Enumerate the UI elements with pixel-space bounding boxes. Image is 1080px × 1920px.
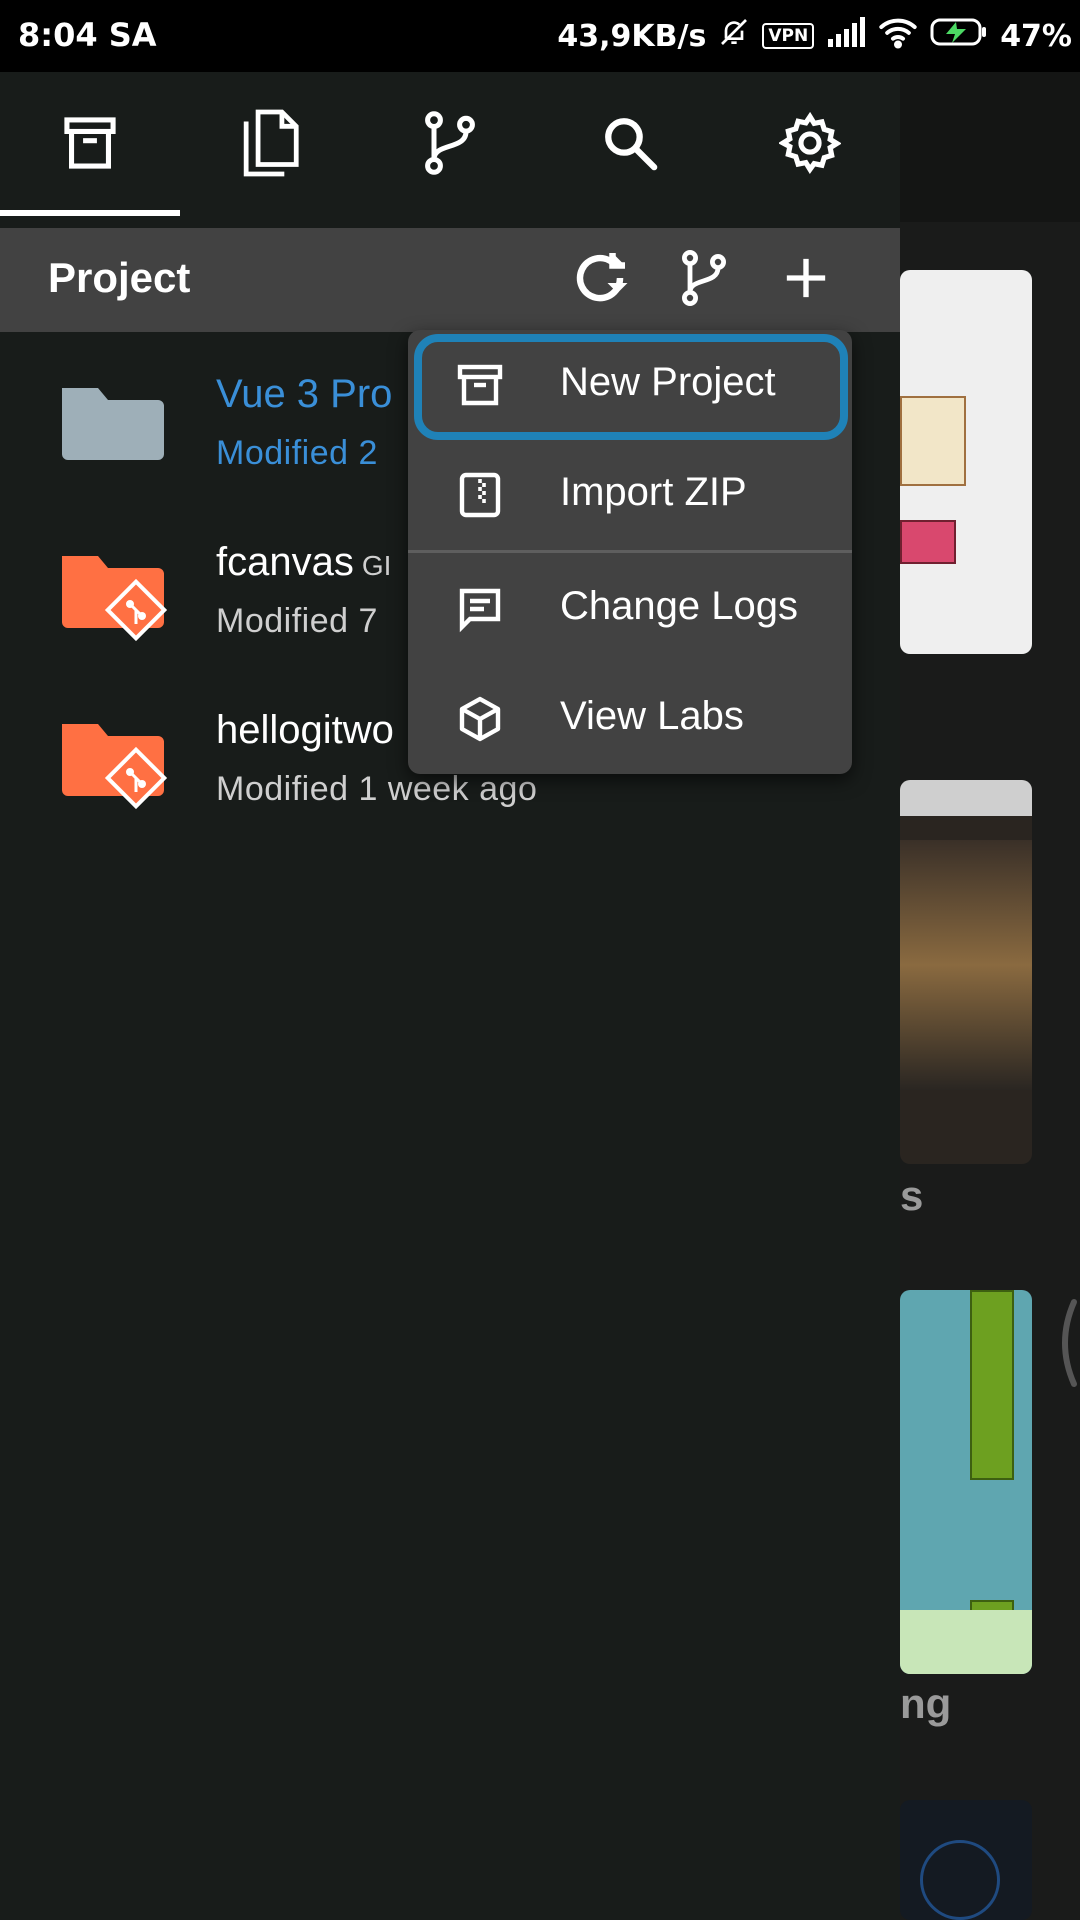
section-title: Project	[48, 254, 191, 301]
focus-highlight	[414, 334, 848, 440]
project-tag: GI	[361, 550, 392, 581]
tab-projects[interactable]	[0, 72, 180, 218]
branch-icon	[422, 110, 478, 180]
project-name: hellogitwo	[216, 708, 394, 752]
edge-handle[interactable]	[1050, 1298, 1080, 1388]
search-icon	[601, 114, 659, 177]
zip-file-icon	[456, 471, 504, 519]
status-bar: 8:04 SA 43,9KB/s VPN 47%	[0, 0, 1080, 72]
background-card	[900, 270, 1032, 654]
active-tab-indicator	[0, 210, 180, 216]
menu-item-label: Change Logs	[560, 584, 798, 628]
plus-icon	[783, 255, 829, 306]
project-name-text: fcanvas	[216, 540, 354, 584]
muted-bell-icon	[718, 15, 750, 57]
menu-item-view-labs[interactable]: View Labs	[408, 664, 852, 774]
branch-icon	[679, 249, 729, 311]
network-speed: 43,9KB/s	[557, 18, 707, 54]
message-icon	[456, 585, 504, 633]
clone-repo-button[interactable]	[672, 248, 736, 312]
background-card	[900, 1800, 1032, 1920]
git-folder-icon	[56, 712, 168, 812]
project-name: Vue 3 Pro	[216, 372, 393, 416]
signal-icon	[826, 17, 866, 55]
background-text: ng	[900, 1680, 952, 1727]
drawer-tab-bar	[0, 72, 900, 228]
folder-icon	[56, 376, 168, 476]
tab-search[interactable]	[540, 72, 720, 218]
vpn-badge: VPN	[762, 23, 815, 49]
project-modified: Modified 2	[216, 434, 378, 472]
tab-settings[interactable]	[720, 72, 900, 218]
menu-divider	[408, 550, 852, 553]
archive-icon	[62, 113, 118, 178]
refresh-button[interactable]	[568, 248, 632, 312]
menu-item-label: View Labs	[560, 694, 744, 738]
tab-files[interactable]	[180, 72, 360, 218]
status-time: 8:04 SA	[18, 16, 157, 54]
background-card	[900, 1290, 1032, 1674]
background-text: s	[900, 1172, 924, 1219]
project-name: fcanvas GI	[216, 540, 391, 585]
project-modified: Modified 1 week ago	[216, 770, 538, 808]
battery-level: 47%	[1000, 18, 1072, 54]
battery-charging-icon	[930, 17, 988, 55]
project-header: Project	[0, 228, 900, 332]
git-folder-icon	[56, 544, 168, 644]
wifi-icon	[878, 15, 918, 57]
copy-icon	[239, 107, 301, 184]
background-card	[900, 780, 1032, 1164]
menu-item-change-logs[interactable]: Change Logs	[408, 554, 852, 664]
refresh-icon	[570, 248, 630, 313]
tab-git[interactable]	[360, 72, 540, 218]
menu-item-label: Import ZIP	[560, 470, 747, 514]
cube-icon	[456, 695, 504, 743]
status-indicators: 43,9KB/s VPN 47%	[557, 14, 1072, 58]
menu-item-import-zip[interactable]: Import ZIP	[408, 440, 852, 550]
gear-icon	[777, 111, 842, 179]
project-modified: Modified 7	[216, 602, 378, 640]
add-button[interactable]	[774, 248, 838, 312]
